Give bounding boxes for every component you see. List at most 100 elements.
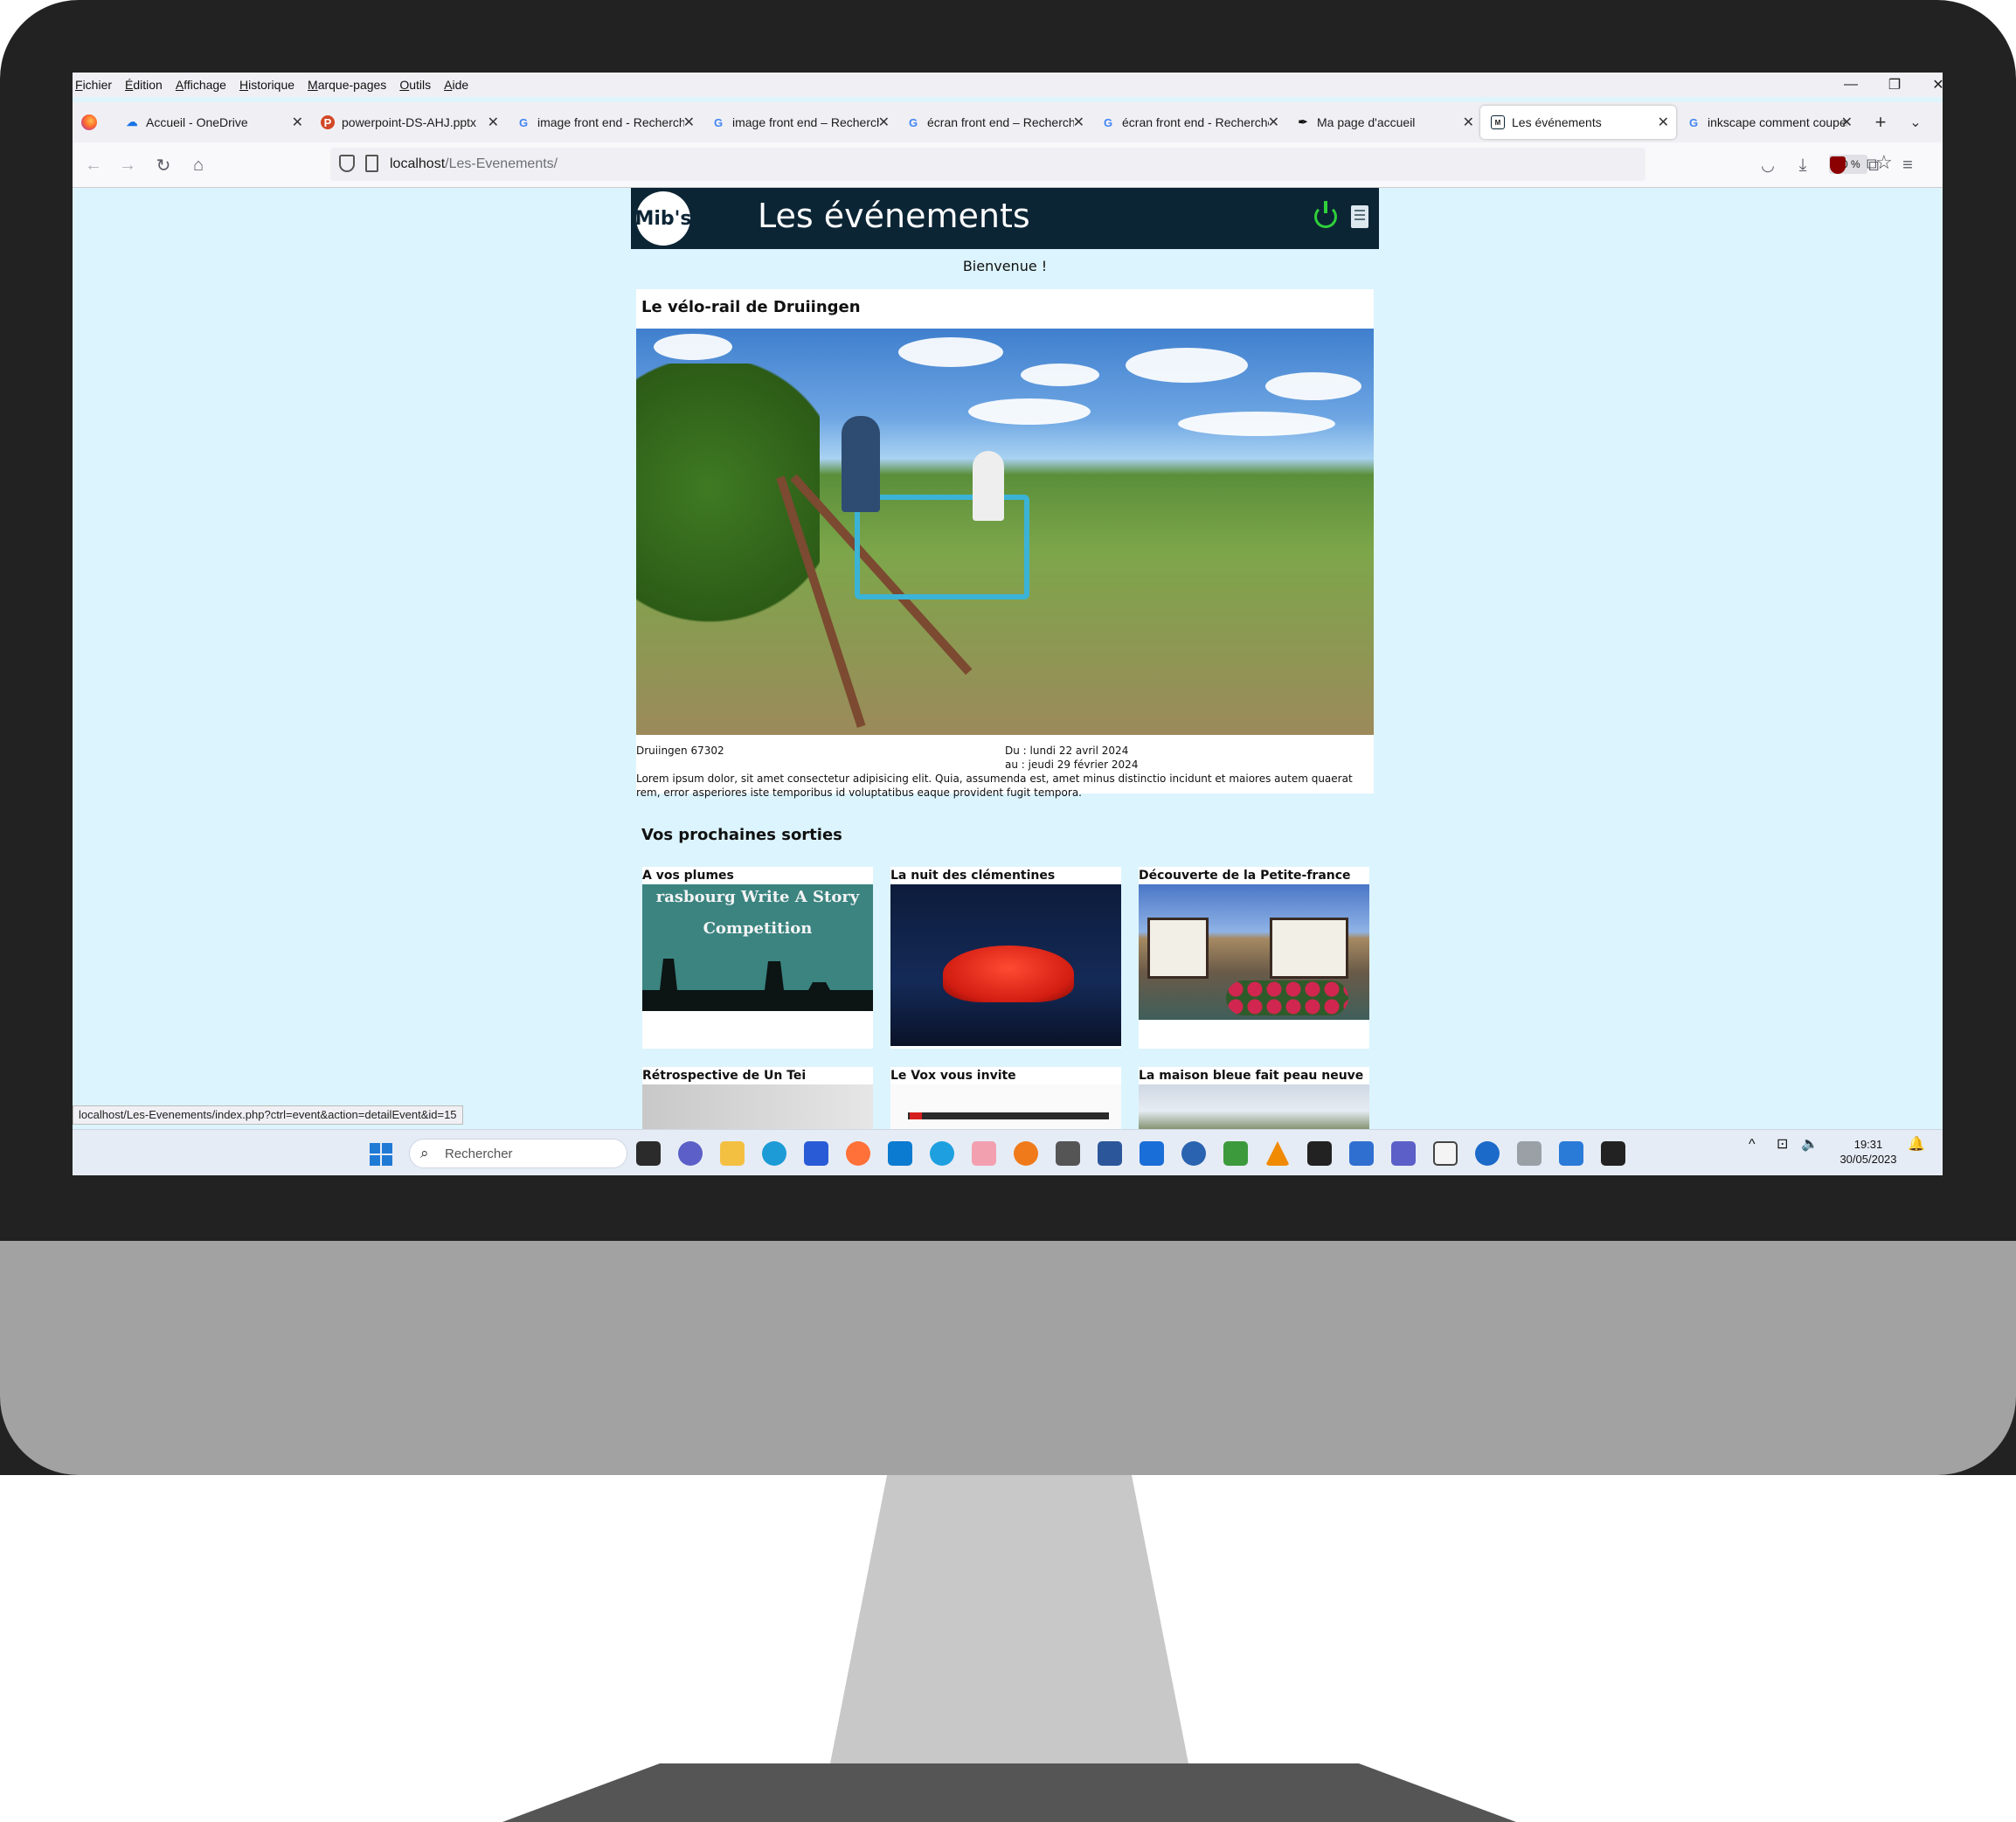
blender-icon[interactable] [1014, 1141, 1038, 1166]
tab-google-4[interactable]: G écran front end - Recherche ✕ [1091, 106, 1286, 139]
event-card-image[interactable] [642, 1084, 873, 1129]
network-icon[interactable]: ⊡ [1777, 1137, 1788, 1152]
close-tab-icon[interactable]: ✕ [878, 114, 890, 131]
menu-edition[interactable]: Édition [125, 78, 163, 92]
site-title: Les événements [758, 197, 1030, 235]
edge-icon[interactable] [762, 1141, 786, 1166]
chat-icon[interactable] [678, 1141, 703, 1166]
tab-bar: ☁ Accueil - OneDrive ✕ P powerpoint-DS-A… [73, 102, 1943, 142]
featured-event-title[interactable]: Le vélo-rail de Druiingen [641, 298, 861, 316]
downloads-icon[interactable]: ⤓ [1787, 149, 1819, 181]
file-explorer-icon[interactable] [720, 1141, 745, 1166]
event-card[interactable]: La nuit des clémentines [890, 867, 1121, 1049]
menu-fichier[interactable]: Fichier [75, 78, 112, 92]
store-icon[interactable] [804, 1141, 828, 1166]
tab-les-evenements[interactable]: M Les événements ✕ [1480, 106, 1676, 139]
close-window-button[interactable]: ✕ [1916, 73, 1943, 97]
close-tab-icon[interactable]: ✕ [1658, 114, 1669, 131]
menu-affichage[interactable]: Affichage [176, 78, 226, 92]
firefox-view-icon[interactable] [81, 114, 97, 130]
inkscape-icon[interactable] [1307, 1141, 1332, 1166]
page-info-icon[interactable] [365, 155, 378, 172]
tab-powerpoint[interactable]: P powerpoint-DS-AHJ.pptx ✕ [310, 106, 506, 139]
app-icon[interactable] [1559, 1141, 1583, 1166]
event-card[interactable]: Le Vox vous invite [890, 1067, 1121, 1129]
menu-outils[interactable]: Outils [399, 78, 431, 92]
pocket-icon[interactable]: ◡ [1752, 149, 1784, 181]
tab-google-3[interactable]: G écran front end – Recherche ✕ [896, 106, 1091, 139]
extensions-puzzle-icon[interactable]: ⧉ [1857, 149, 1888, 181]
featured-event[interactable]: Le vélo-rail de Druiingen Druiingen 6730… [636, 289, 1374, 799]
close-tab-icon[interactable]: ✕ [488, 114, 499, 131]
tracking-shield-icon[interactable] [339, 155, 355, 172]
google-icon: G [713, 115, 724, 129]
url-text[interactable]: localhost/Les-Evenements/ [390, 156, 558, 172]
powerpoint-icon: P [321, 115, 335, 129]
windows-start-icon[interactable] [370, 1143, 392, 1166]
taskbar-search[interactable]: ⌕ Rechercher [409, 1139, 627, 1168]
menu-marque-pages[interactable]: Marque-pages [308, 78, 386, 92]
event-card[interactable]: La maison bleue fait peau neuve [1139, 1067, 1369, 1129]
close-tab-icon[interactable]: ✕ [683, 114, 695, 131]
vscode-icon[interactable] [888, 1141, 912, 1166]
powershell-icon[interactable] [1349, 1141, 1374, 1166]
address-bar[interactable]: localhost/Les-Evenements/ 60 % ☆ [330, 148, 1893, 181]
event-card[interactable]: Découverte de la Petite-france [1139, 867, 1369, 1049]
event-card-image[interactable]: rasbourg Write A Story Competition [642, 884, 873, 1011]
app-icon[interactable] [1517, 1141, 1541, 1166]
restore-button[interactable]: ❐ [1873, 73, 1916, 97]
volume-icon[interactable]: 🔈 [1801, 1137, 1819, 1152]
close-tab-icon[interactable]: ✕ [1463, 114, 1474, 131]
tab-onedrive[interactable]: ☁ Accueil - OneDrive ✕ [114, 106, 310, 139]
close-tab-icon[interactable]: ✕ [292, 114, 303, 131]
app-icon[interactable] [1475, 1141, 1500, 1166]
event-card-image[interactable] [1139, 1084, 1369, 1129]
tab-google-2[interactable]: G image front end – Recherche ✕ [701, 106, 897, 139]
vlc-icon[interactable] [1265, 1141, 1290, 1166]
power-icon[interactable] [1314, 201, 1337, 228]
snipping-tool-icon[interactable] [972, 1141, 996, 1166]
word-icon[interactable] [1098, 1141, 1122, 1166]
menu-aide[interactable]: Aide [444, 78, 468, 92]
list-tabs-chevron-icon[interactable]: ⌄ [1899, 106, 1932, 139]
event-card[interactable]: Rétrospective de Un Tei [642, 1067, 873, 1129]
close-tab-icon[interactable]: ✕ [1268, 114, 1279, 131]
event-card-image[interactable] [890, 1084, 1121, 1129]
close-tab-icon[interactable]: ✕ [1073, 114, 1084, 131]
inkscape-icon[interactable] [1601, 1141, 1625, 1166]
app-icon[interactable] [1223, 1141, 1248, 1166]
menu-historique[interactable]: Historique [239, 78, 294, 92]
github-icon[interactable] [1181, 1141, 1206, 1166]
forward-arrow-icon[interactable]: → [112, 149, 143, 181]
reload-icon[interactable]: ↻ [148, 149, 179, 181]
google-icon: G [518, 115, 529, 129]
gimp-icon[interactable] [1056, 1141, 1080, 1166]
task-view-icon[interactable] [636, 1141, 661, 1166]
google-icon: G [1103, 115, 1113, 129]
hamburger-menu-icon[interactable]: ≡ [1892, 149, 1923, 181]
tab-google-1[interactable]: G image front end - Recherche ✕ [506, 106, 702, 139]
notepad-icon[interactable] [1433, 1141, 1458, 1166]
close-tab-icon[interactable]: ✕ [1841, 114, 1853, 131]
clock[interactable]: 19:31 30/05/2023 [1833, 1137, 1903, 1167]
new-tab-button[interactable]: + [1864, 106, 1897, 139]
search-icon: ⌕ [420, 1145, 429, 1161]
notification-bell-icon[interactable]: 🔔 [1908, 1137, 1925, 1152]
event-card-image[interactable] [1139, 884, 1369, 1020]
event-card-image[interactable] [890, 884, 1121, 1046]
chevron-up-icon[interactable]: ^ [1749, 1137, 1756, 1152]
featured-event-image[interactable] [636, 329, 1374, 735]
site-logo[interactable]: Mib's [635, 191, 692, 246]
tab-inkscape[interactable]: G inkscape comment couper ✕ [1676, 106, 1860, 139]
home-icon[interactable]: ⌂ [183, 149, 214, 181]
ublock-icon[interactable] [1822, 149, 1853, 181]
minimize-button[interactable]: — [1829, 73, 1873, 97]
document-icon[interactable] [1351, 205, 1368, 228]
app-icon[interactable] [1140, 1141, 1164, 1166]
teams-icon[interactable] [1391, 1141, 1416, 1166]
app-icon[interactable] [930, 1141, 954, 1166]
back-arrow-icon[interactable]: ← [78, 149, 109, 181]
firefox-icon[interactable] [846, 1141, 870, 1166]
event-card[interactable]: A vos plumes rasbourg Write A Story Comp… [642, 867, 873, 1049]
tab-ma-page[interactable]: ✒ Ma page d'accueil ✕ [1285, 106, 1481, 139]
